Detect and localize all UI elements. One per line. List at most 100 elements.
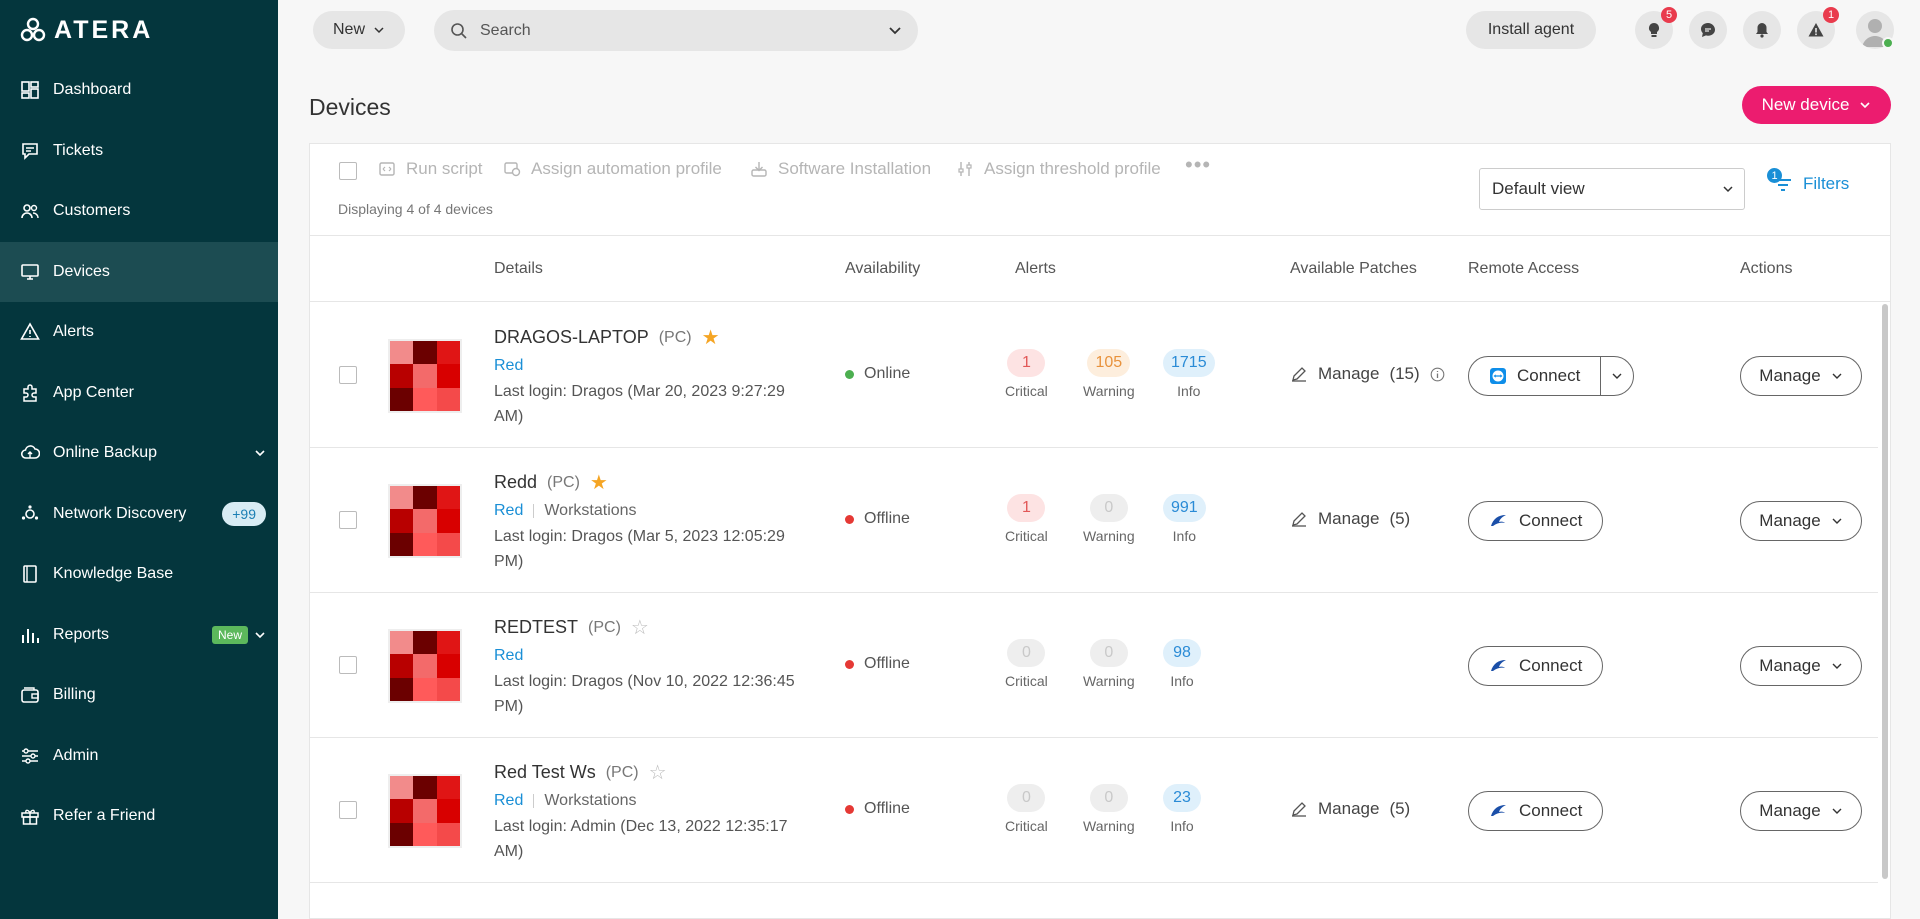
alert-warning[interactable]: 0 Warning: [1083, 639, 1135, 689]
alert-info[interactable]: 98 Info: [1163, 639, 1201, 689]
chevron-down-icon[interactable]: [254, 629, 266, 641]
customer-link[interactable]: Red: [494, 502, 523, 520]
table-scrollbar[interactable]: [1882, 304, 1888, 879]
favorite-star-icon[interactable]: ★: [590, 473, 608, 493]
device-name[interactable]: Red Test Ws: [494, 762, 596, 783]
select-all-checkbox[interactable]: [339, 162, 357, 180]
favorite-star-icon[interactable]: ☆: [649, 763, 667, 783]
alert-info[interactable]: 991 Info: [1163, 494, 1206, 544]
alert-warning-label: Warning: [1083, 383, 1135, 399]
table-row[interactable]: Redd (PC) ★ Red Workstations Last login: Drag…: [310, 448, 1878, 593]
row-checkbox[interactable]: [339, 801, 357, 819]
chevron-down-icon[interactable]: [254, 447, 266, 459]
connect-main[interactable]: Connect: [1469, 502, 1602, 540]
customer-link[interactable]: Red: [494, 357, 523, 375]
status-dot: [845, 804, 854, 814]
assign-threshold-profile-action[interactable]: Assign threshold profile: [956, 159, 1161, 179]
sidebar-item-knowledge-base[interactable]: Knowledge Base: [0, 544, 278, 605]
favorite-star-icon[interactable]: ★: [702, 328, 720, 348]
new-menu-button[interactable]: New: [313, 11, 405, 49]
search-input[interactable]: Search: [434, 10, 918, 51]
new-device-button[interactable]: New device: [1742, 86, 1891, 124]
connect-button[interactable]: Connect: [1468, 791, 1604, 831]
info-icon[interactable]: [1430, 367, 1445, 382]
connect-button[interactable]: Connect: [1468, 356, 1635, 396]
row-checkbox[interactable]: [339, 366, 357, 384]
favorite-star-icon[interactable]: ☆: [631, 618, 649, 638]
alert-info-count: 98: [1163, 639, 1201, 667]
brand-logo[interactable]: ATERA: [0, 0, 278, 60]
run-script-action[interactable]: Run script: [378, 159, 483, 179]
chat-button[interactable]: [1689, 11, 1727, 49]
sidebar-item-customers[interactable]: Customers: [0, 181, 278, 242]
notifications-button[interactable]: [1743, 11, 1781, 49]
connect-main[interactable]: Connect: [1469, 647, 1602, 685]
manage-patches-link[interactable]: Manage (5): [1290, 799, 1410, 819]
sidebar-item-admin[interactable]: Admin: [0, 726, 278, 787]
install-agent-button[interactable]: Install agent: [1466, 11, 1596, 49]
sidebar-item-dashboard[interactable]: Dashboard: [0, 60, 278, 121]
sidebar-item-network-discovery[interactable]: Network Discovery +99: [0, 484, 278, 545]
header-actions[interactable]: Actions: [1740, 260, 1792, 278]
header-details[interactable]: Details: [494, 260, 543, 278]
sidebar-item-billing[interactable]: Billing: [0, 665, 278, 726]
sidebar-item-label: App Center: [53, 383, 134, 401]
warnings-button[interactable]: 1: [1797, 7, 1839, 49]
alert-warning[interactable]: 0 Warning: [1083, 494, 1135, 544]
alert-info[interactable]: 23 Info: [1163, 784, 1201, 834]
header-remote-access[interactable]: Remote Access: [1468, 260, 1579, 278]
sidebar-item-app-center[interactable]: App Center: [0, 363, 278, 424]
device-name[interactable]: Redd: [494, 472, 537, 493]
assign-automation-profile-action[interactable]: Assign automation profile: [503, 159, 722, 179]
manage-button[interactable]: Manage: [1740, 356, 1862, 396]
alert-info-count: 1715: [1163, 349, 1215, 377]
table-row[interactable]: Red Test Ws (PC) ☆ Red Workstations Last logi…: [310, 738, 1878, 883]
sidebar-item-online-backup[interactable]: Online Backup: [0, 423, 278, 484]
alert-warning[interactable]: 0 Warning: [1083, 784, 1135, 834]
header-available-patches[interactable]: Available Patches: [1290, 260, 1417, 278]
connect-main[interactable]: Connect: [1469, 792, 1602, 830]
script-icon: [379, 162, 395, 176]
view-select[interactable]: Default view: [1479, 168, 1745, 210]
connect-button[interactable]: Connect: [1468, 646, 1604, 686]
connect-main[interactable]: Connect: [1469, 357, 1600, 395]
manage-patches-link[interactable]: Manage (15): [1290, 364, 1445, 384]
connect-options-toggle[interactable]: [1600, 357, 1633, 395]
manage-button[interactable]: Manage: [1740, 646, 1862, 686]
more-actions-icon[interactable]: •••: [1185, 152, 1211, 178]
last-login: Last login: Admin (Dec 13, 2022 12:35:17…: [494, 818, 788, 860]
manage-button[interactable]: Manage: [1740, 791, 1862, 831]
alert-critical[interactable]: 1 Critical: [1005, 349, 1048, 399]
customer-link[interactable]: Red: [494, 647, 523, 665]
table-row[interactable]: DRAGOS-LAPTOP (PC) ★ Red Last login: Dragos …: [310, 303, 1878, 448]
chevron-down-icon[interactable]: [888, 23, 902, 37]
header-alerts[interactable]: Alerts: [1015, 260, 1056, 278]
sidebar-item-alerts[interactable]: Alerts: [0, 302, 278, 363]
header-availability[interactable]: Availability: [845, 260, 920, 278]
table-row[interactable]: REDTEST (PC) ☆ Red Last login: Dragos (Nov 1…: [310, 593, 1878, 738]
manage-button[interactable]: Manage: [1740, 501, 1862, 541]
reports-icon: [20, 625, 40, 645]
device-name[interactable]: REDTEST: [494, 617, 578, 638]
filters-button[interactable]: 1 Filters: [1767, 168, 1849, 194]
patch-count: (5): [1389, 799, 1411, 818]
tips-button[interactable]: 5: [1635, 7, 1677, 49]
alert-critical[interactable]: 0 Critical: [1005, 784, 1048, 834]
customer-link[interactable]: Red: [494, 792, 523, 810]
alert-critical[interactable]: 1 Critical: [1005, 494, 1048, 544]
sidebar-item-tickets[interactable]: Tickets: [0, 121, 278, 182]
alert-warning-label: Warning: [1083, 528, 1135, 544]
alert-warning[interactable]: 105 Warning: [1083, 349, 1135, 399]
alert-critical[interactable]: 0 Critical: [1005, 639, 1048, 689]
row-checkbox[interactable]: [339, 511, 357, 529]
connect-label: Connect: [1519, 656, 1583, 675]
alert-info[interactable]: 1715 Info: [1163, 349, 1215, 399]
sidebar-item-refer-a-friend[interactable]: Refer a Friend: [0, 786, 278, 847]
software-installation-action[interactable]: Software Installation: [750, 159, 931, 179]
row-checkbox[interactable]: [339, 656, 357, 674]
manage-patches-link[interactable]: Manage (5): [1290, 509, 1410, 529]
sidebar-item-devices[interactable]: Devices: [0, 241, 278, 302]
connect-button[interactable]: Connect: [1468, 501, 1604, 541]
device-name[interactable]: DRAGOS-LAPTOP: [494, 327, 649, 348]
sidebar-item-reports[interactable]: Reports New: [0, 605, 278, 666]
